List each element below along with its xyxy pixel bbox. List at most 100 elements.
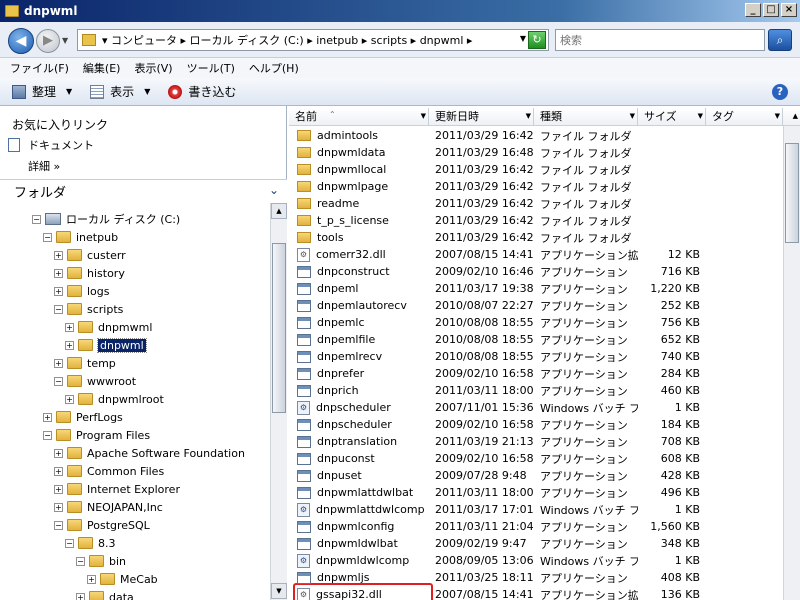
collapse-icon[interactable]: −: [54, 376, 63, 386]
column-header-name[interactable]: 名前 ⌃ ▼: [289, 108, 429, 126]
file-list-scrollbar[interactable]: [783, 126, 800, 600]
file-name-cell[interactable]: dnpuset: [289, 469, 429, 482]
file-name-cell[interactable]: dnptranslation: [289, 435, 429, 448]
tree-item[interactable]: + Common Files: [54, 462, 164, 480]
expand-icon[interactable]: +: [43, 412, 52, 422]
expand-icon[interactable]: +: [54, 502, 63, 512]
file-name-cell[interactable]: tools: [289, 231, 429, 244]
scrollbar-thumb[interactable]: [272, 243, 286, 413]
tree-item[interactable]: + NEOJAPAN,Inc: [54, 498, 163, 516]
tree-item[interactable]: − 8.3: [65, 534, 116, 552]
tree-item[interactable]: + data: [76, 588, 134, 600]
column-header-type[interactable]: 種類 ▼: [534, 108, 638, 126]
chevron-up-icon[interactable]: ▲: [793, 108, 798, 125]
tree-item[interactable]: − Program Files: [43, 426, 150, 444]
burn-button[interactable]: 書き込む: [168, 83, 236, 100]
file-row[interactable]: dnptranslation 2011/03/19 21:13 アプリケーション 70…: [289, 433, 783, 450]
expand-icon[interactable]: +: [54, 484, 63, 494]
scrollbar-thumb[interactable]: [785, 143, 799, 243]
address-path[interactable]: ▾ コンピュータ ▸ ローカル ディスク (C:) ▸ inetpub ▸ sc…: [102, 32, 472, 48]
search-input[interactable]: [555, 29, 765, 51]
tree-item[interactable]: + dnpwml: [65, 336, 147, 354]
help-icon[interactable]: ?: [772, 84, 788, 100]
scroll-down-icon[interactable]: ▼: [271, 583, 287, 599]
expand-icon[interactable]: +: [54, 250, 63, 260]
organize-button[interactable]: 整理 ▼: [12, 83, 72, 100]
expand-icon[interactable]: +: [54, 268, 63, 278]
file-row[interactable]: dnpemlc 2010/08/08 18:55 アプリケーション 756 KB: [289, 314, 783, 331]
file-row[interactable]: dnpuset 2009/07/28 9:48 アプリケーション 428 KB: [289, 467, 783, 484]
file-name-cell[interactable]: dnpwmldwlbat: [289, 537, 429, 550]
close-button[interactable]: ×: [781, 3, 797, 17]
favorite-documents-link[interactable]: ドキュメント: [8, 137, 94, 153]
expand-icon[interactable]: +: [54, 466, 63, 476]
tree-item[interactable]: − wwwroot: [54, 372, 136, 390]
file-row[interactable]: dnpscheduler 2009/02/10 16:58 アプリケーション 184 …: [289, 416, 783, 433]
menu-help[interactable]: ヘルプ(H): [249, 60, 299, 76]
folders-header[interactable]: フォルダ ⌄: [0, 179, 287, 203]
file-name-cell[interactable]: readme: [289, 197, 429, 210]
scroll-up-icon[interactable]: ▲: [271, 203, 287, 219]
file-row[interactable]: dnpwmldwlbat 2009/02/19 9:47 アプリケーション 348 K…: [289, 535, 783, 552]
file-row[interactable]: dnprich 2011/03/11 18:00 アプリケーション 460 KB: [289, 382, 783, 399]
maximize-button[interactable]: □: [763, 3, 779, 17]
back-button[interactable]: ◀: [8, 28, 34, 54]
file-name-cell[interactable]: dnprefer: [289, 367, 429, 380]
tree-item[interactable]: + temp: [54, 354, 116, 372]
collapse-icon[interactable]: −: [32, 214, 41, 224]
expand-icon[interactable]: +: [65, 340, 74, 350]
file-name-cell[interactable]: dnpwmlconfig: [289, 520, 429, 533]
file-row[interactable]: dnpwmldata 2011/03/29 16:48 ファイル フォルダ: [289, 144, 783, 161]
tree-item[interactable]: − ローカル ディスク (C:): [32, 210, 180, 228]
menu-edit[interactable]: 編集(E): [83, 60, 121, 76]
file-name-cell[interactable]: admintools: [289, 129, 429, 142]
chevron-down-icon[interactable]: ▼: [421, 108, 426, 125]
tree-item[interactable]: + Internet Explorer: [54, 480, 180, 498]
expand-icon[interactable]: +: [54, 448, 63, 458]
tree-item[interactable]: + MeCab: [87, 570, 158, 588]
file-row[interactable]: t_p_s_license 2011/03/29 16:42 ファイル フォルダ: [289, 212, 783, 229]
file-row[interactable]: dnpwmlattdwlbat 2011/03/11 18:00 アプリケーション 4…: [289, 484, 783, 501]
tree-item[interactable]: + custerr: [54, 246, 126, 264]
chevron-down-icon[interactable]: ▼: [630, 108, 635, 125]
folder-tree-scrollbar[interactable]: ▲ ▼: [270, 203, 287, 600]
tree-item[interactable]: + dnpwmlroot: [65, 390, 164, 408]
tree-item[interactable]: − bin: [76, 552, 126, 570]
expand-icon[interactable]: +: [65, 322, 74, 332]
file-name-cell[interactable]: t_p_s_license: [289, 214, 429, 227]
file-name-cell[interactable]: dnpconstruct: [289, 265, 429, 278]
file-name-cell[interactable]: dnpscheduler: [289, 418, 429, 431]
file-name-cell[interactable]: dnpeml: [289, 282, 429, 295]
recent-pages-dropdown[interactable]: ▼: [62, 36, 68, 45]
menu-tools[interactable]: ツール(T): [187, 60, 235, 76]
tree-item[interactable]: − inetpub: [43, 228, 118, 246]
tree-item[interactable]: − PostgreSQL: [54, 516, 150, 534]
forward-button[interactable]: ▶: [36, 29, 60, 53]
expand-icon[interactable]: +: [54, 286, 63, 296]
file-row[interactable]: ⚙ dnpwmldwlcomp 2008/09/05 13:06 Windows バッ…: [289, 552, 783, 569]
file-row[interactable]: dnpwmllocal 2011/03/29 16:42 ファイル フォルダ: [289, 161, 783, 178]
file-name-cell[interactable]: ⚙ gssapi32.dll: [289, 587, 429, 600]
file-name-cell[interactable]: ⚙ comerr32.dll: [289, 247, 429, 262]
file-name-cell[interactable]: dnpemlautorecv: [289, 299, 429, 312]
column-header-date[interactable]: 更新日時 ▼: [429, 108, 534, 126]
file-row[interactable]: dnpemlfile 2010/08/08 18:55 アプリケーション 652 KB: [289, 331, 783, 348]
tree-item[interactable]: + Apache Software Foundation: [54, 444, 245, 462]
tree-item[interactable]: + history: [54, 264, 125, 282]
file-row[interactable]: dnpeml 2011/03/17 19:38 アプリケーション 1,220 KB: [289, 280, 783, 297]
file-row[interactable]: dnpuconst 2009/02/10 16:58 アプリケーション 608 KB: [289, 450, 783, 467]
collapse-icon[interactable]: −: [54, 304, 63, 314]
collapse-icon[interactable]: −: [43, 232, 52, 242]
tree-item[interactable]: + dnpmwml: [65, 318, 152, 336]
expand-icon[interactable]: +: [54, 358, 63, 368]
file-row[interactable]: dnpemlautorecv 2010/08/07 22:27 アプリケーション 25…: [289, 297, 783, 314]
minimize-button[interactable]: _: [745, 3, 761, 17]
collapse-icon[interactable]: −: [54, 520, 63, 530]
expand-icon[interactable]: +: [87, 574, 96, 584]
file-name-cell[interactable]: dnpuconst: [289, 452, 429, 465]
file-name-cell[interactable]: ⚙ dnpwmldwlcomp: [289, 553, 429, 568]
column-header-size[interactable]: サイズ ▼: [638, 108, 706, 126]
file-name-cell[interactable]: dnprich: [289, 384, 429, 397]
address-bar[interactable]: ▾ コンピュータ ▸ ローカル ディスク (C:) ▸ inetpub ▸ sc…: [77, 29, 549, 51]
file-row[interactable]: ⚙ dnpwmlattdwlcomp 2011/03/17 17:01 Windows…: [289, 501, 783, 518]
